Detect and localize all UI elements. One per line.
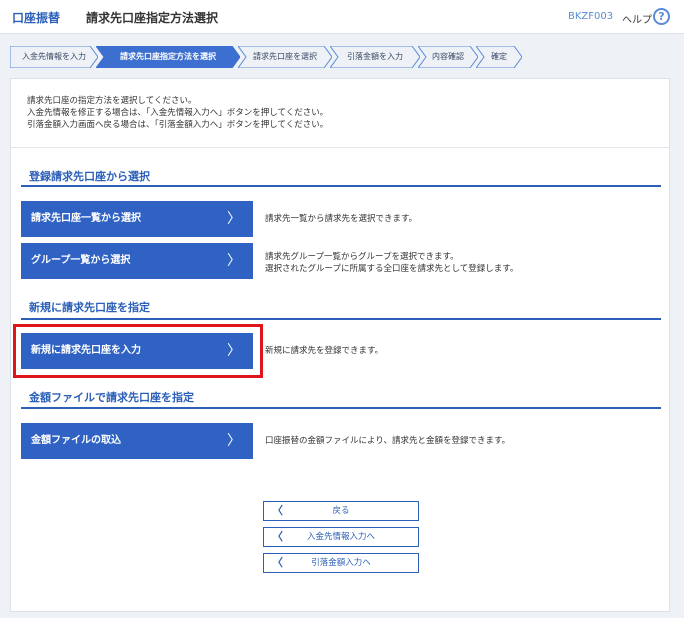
chevron-right-icon: 〉 xyxy=(227,253,241,269)
chevron-left-icon: 〈 xyxy=(272,556,283,569)
screen-id: BKZF003 xyxy=(568,11,614,22)
section-title-file: 金額ファイルで請求先口座を指定 xyxy=(29,391,194,404)
breadcrumb[interactable]: 口座振替 xyxy=(12,9,60,26)
instruction-line: 入金先情報を修正する場合は、「入金先情報入力へ」ボタンを押してください。 xyxy=(27,108,329,118)
section-underline xyxy=(21,407,661,409)
step-6: 確定 xyxy=(476,46,522,68)
footer-navigation: 〈 戻る 〈 入金先情報入力へ 〈 引落金額入力へ xyxy=(11,477,669,611)
instructions: 請求先口座の指定方法を選択してください。 入金先情報を修正する場合は、「入金先情… xyxy=(27,95,328,131)
select-from-list-button[interactable]: 請求先口座一覧から選択 〉 xyxy=(21,201,253,237)
main-card: 請求先口座の指定方法を選択してください。 入金先情報を修正する場合は、「入金先情… xyxy=(10,78,670,612)
step-label: 請求先口座指定方法を選択 xyxy=(120,52,216,61)
group-description: 請求先グループ一覧からグループを選択できます。 選択されたグループに所属する全口… xyxy=(265,251,518,275)
step-3: 請求先口座を選択 xyxy=(238,46,332,68)
chevron-left-icon: 〈 xyxy=(272,504,283,517)
description-line: 選択されたグループに所属する全口座を請求先として登録します。 xyxy=(265,264,519,274)
step-label: 内容確認 xyxy=(432,52,464,61)
section-underline xyxy=(21,185,661,187)
step-label: 請求先口座を選択 xyxy=(253,52,317,61)
step-4: 引落金額を入力 xyxy=(330,46,420,68)
page-title: 請求先口座指定方法選択 xyxy=(86,11,219,25)
new-description: 新規に請求先を登録できます。 xyxy=(265,346,384,356)
step-label: 引落金額を入力 xyxy=(347,52,403,61)
step-label: 確定 xyxy=(491,52,507,61)
select-from-group-button[interactable]: グループ一覧から選択 〉 xyxy=(21,243,253,279)
button-label: 引落金額入力へ xyxy=(311,558,371,568)
step-indicator: 入金先情報を入力 請求先口座指定方法を選択 請求先口座を選択 引落金額を入力 内… xyxy=(10,46,522,68)
chevron-right-icon: 〉 xyxy=(227,211,241,227)
help-link[interactable]: ヘルプ xyxy=(622,11,652,26)
divider xyxy=(11,147,669,148)
description-line: 請求先グループ一覧からグループを選択できます。 xyxy=(265,252,459,262)
import-amount-file-button[interactable]: 金額ファイルの取込 〉 xyxy=(21,423,253,459)
step-2: 請求先口座指定方法を選択 xyxy=(96,46,240,68)
button-label: 新規に請求先口座を入力 xyxy=(31,345,141,356)
list-description: 請求先一覧から請求先を選択できます。 xyxy=(265,214,418,224)
to-amount-input-button[interactable]: 〈 引落金額入力へ xyxy=(263,553,419,573)
button-label: 戻る xyxy=(332,506,350,516)
button-label: 入金先情報入力へ xyxy=(306,532,375,542)
to-payee-input-button[interactable]: 〈 入金先情報入力へ xyxy=(263,527,419,547)
button-label: 請求先口座一覧から選択 xyxy=(31,213,141,224)
section-underline xyxy=(21,318,661,320)
step-1: 入金先情報を入力 xyxy=(10,46,98,68)
file-description: 口座振替の金額ファイルにより、請求先と金額を登録できます。 xyxy=(265,436,511,446)
button-label: 金額ファイルの取込 xyxy=(31,435,121,446)
instruction-line: 引落金額入力画面へ戻る場合は、「引落金額入力へ」ボタンを押してください。 xyxy=(27,120,329,130)
step-5: 内容確認 xyxy=(418,46,478,68)
page-header: 口座振替 請求先口座指定方法選択 BKZF003 ヘルプ ? xyxy=(0,0,684,34)
chevron-left-icon: 〈 xyxy=(272,530,283,543)
section-title-new: 新規に請求先口座を指定 xyxy=(29,301,150,314)
instruction-line: 請求先口座の指定方法を選択してください。 xyxy=(27,96,197,106)
section-title-registered: 登録請求先口座から選択 xyxy=(29,170,150,183)
chevron-right-icon: 〉 xyxy=(227,343,241,359)
new-account-input-button[interactable]: 新規に請求先口座を入力 〉 xyxy=(21,333,253,369)
button-label: グループ一覧から選択 xyxy=(31,255,131,266)
back-button[interactable]: 〈 戻る xyxy=(263,501,419,521)
chevron-right-icon: 〉 xyxy=(227,433,241,449)
step-label: 入金先情報を入力 xyxy=(22,52,86,61)
help-icon[interactable]: ? xyxy=(653,8,670,25)
